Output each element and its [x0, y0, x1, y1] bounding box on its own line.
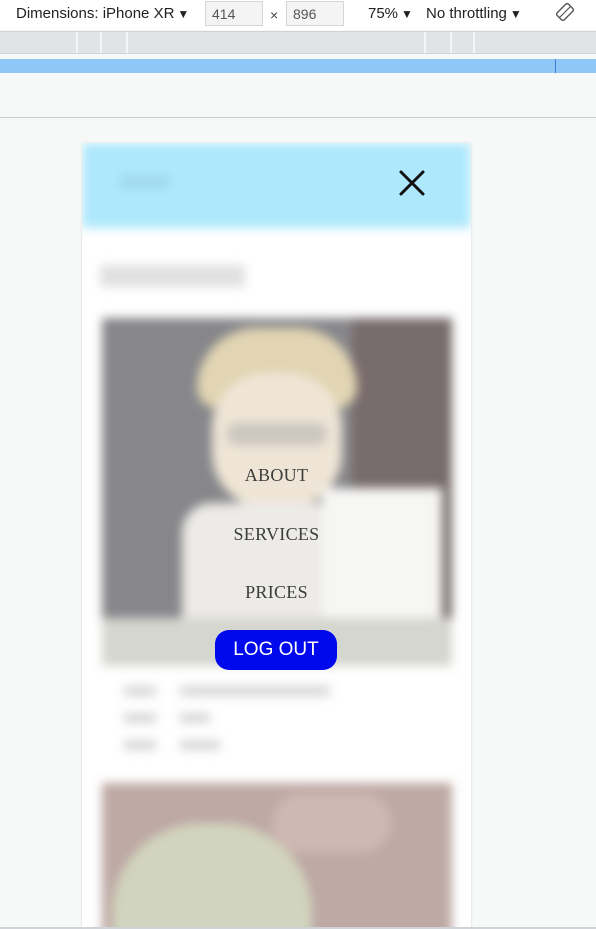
nav-link-services[interactable]: SERVICES	[82, 523, 471, 545]
device-dimensions-label: Dimensions: iPhone XR	[16, 5, 175, 22]
dimension-separator: ×	[270, 7, 279, 23]
media-query-bar[interactable]	[0, 59, 596, 73]
throttling-dropdown[interactable]: No throttling ▼	[426, 5, 522, 22]
viewport-height-input[interactable]	[286, 1, 344, 26]
chevron-down-icon: ▼	[509, 7, 522, 21]
device-dimensions-dropdown[interactable]: Dimensions: iPhone XR ▼	[16, 5, 189, 22]
rotate-icon[interactable]	[555, 2, 575, 22]
zoom-dropdown[interactable]: 75% ▼	[368, 5, 413, 22]
nav-link-prices[interactable]: PRICES	[82, 581, 471, 603]
chevron-down-icon: ▼	[177, 7, 190, 21]
logout-button[interactable]: LOG OUT	[215, 630, 337, 670]
viewport-width-input[interactable]	[205, 1, 263, 26]
chevron-down-icon: ▼	[401, 7, 413, 21]
device-viewport: ABOUT SERVICES PRICES LOG OUT	[82, 143, 471, 929]
toolbar-divider	[0, 117, 596, 118]
throttling-label: No throttling	[426, 5, 507, 22]
media-query-ruler	[0, 31, 596, 54]
media-query-marker	[555, 59, 556, 73]
nav-link-about[interactable]: ABOUT	[82, 464, 471, 486]
zoom-label: 75%	[368, 5, 399, 22]
close-icon[interactable]	[398, 169, 426, 197]
device-toolbar: Dimensions: iPhone XR▼ × 75%▼ No throttl…	[0, 0, 596, 30]
